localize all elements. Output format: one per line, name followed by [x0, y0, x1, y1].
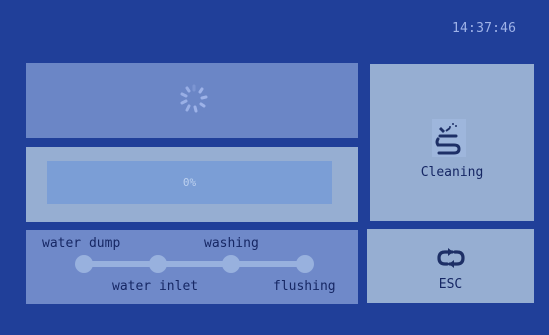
- cleaning-label: Cleaning: [420, 165, 484, 180]
- steps-track: [84, 261, 306, 267]
- clock: 14:37:46: [452, 21, 517, 36]
- cleaning-button[interactable]: Cleaning: [370, 64, 534, 221]
- step-flushing: flushing: [273, 279, 336, 294]
- loading-panel: [26, 63, 358, 138]
- progress-bar: 0%: [47, 161, 332, 204]
- cycle-icon: [437, 248, 465, 268]
- esc-label: ESC: [438, 277, 463, 292]
- step-water-dump: water dump: [42, 236, 121, 251]
- step-water-inlet: water inlet: [112, 279, 199, 294]
- step-washing: washing: [204, 236, 259, 251]
- step-node-flushing: [296, 255, 314, 273]
- step-node-water-inlet: [149, 255, 167, 273]
- progress-panel: 0%: [26, 147, 358, 222]
- cleaning-icon: [432, 119, 466, 157]
- spinner-icon: [180, 84, 208, 113]
- step-node-water-dump: [75, 255, 93, 273]
- progress-text: 0%: [182, 176, 197, 189]
- esc-button[interactable]: ESC: [367, 229, 534, 303]
- step-node-washing: [222, 255, 240, 273]
